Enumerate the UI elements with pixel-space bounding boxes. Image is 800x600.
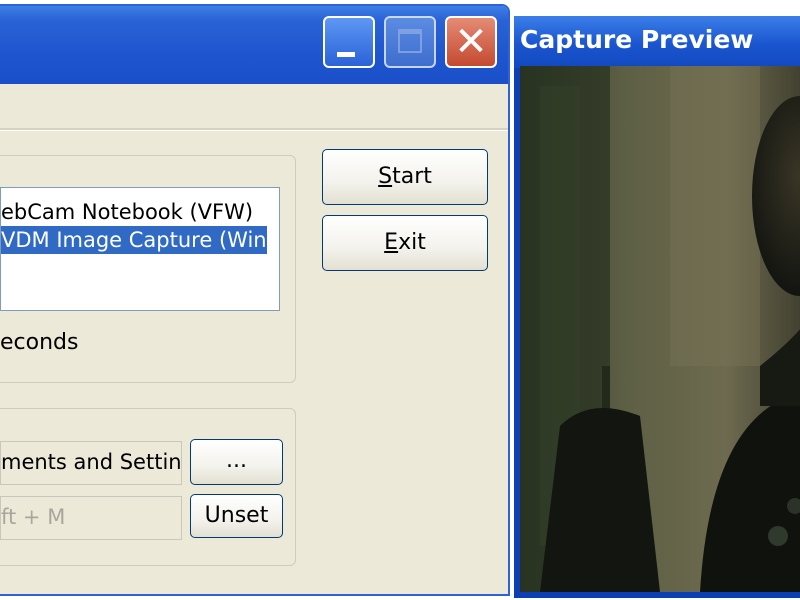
start-accel-letter: S <box>378 164 393 189</box>
webcam-preview-image <box>520 66 800 592</box>
capture-device-list[interactable]: ebCam Notebook (VFW) VDM Image Capture (… <box>0 187 280 311</box>
unset-hotkey-button[interactable]: Unset <box>190 494 283 538</box>
start-button[interactable]: Start <box>322 149 488 205</box>
preview-window-title: Capture Preview <box>520 25 754 54</box>
window-titlebar[interactable]: ✕ <box>0 6 508 84</box>
device-item-label: ebCam Notebook (VFW) <box>1 200 254 224</box>
preview-titlebar[interactable]: Capture Preview <box>514 16 800 68</box>
device-list-item-selected[interactable]: VDM Image Capture (Win <box>1 226 267 254</box>
webcam-frame-graphic <box>520 66 800 592</box>
hotkey-field[interactable]: ft + M <box>0 496 182 540</box>
close-icon: ✕ <box>454 19 488 65</box>
minimize-icon <box>337 52 355 57</box>
exit-accel-letter: E <box>384 230 399 255</box>
minimize-button[interactable] <box>323 16 375 68</box>
browse-folder-button[interactable]: ... <box>190 439 283 485</box>
exit-button-label: xit <box>398 230 426 255</box>
device-list-item[interactable]: ebCam Notebook (VFW) <box>1 198 253 226</box>
maximize-icon <box>398 29 422 53</box>
capture-preview-window: Capture Preview <box>514 16 800 598</box>
close-button[interactable]: ✕ <box>445 16 497 68</box>
exit-button[interactable]: Exit <box>322 215 488 271</box>
device-item-label: VDM Image Capture (Win <box>1 228 267 252</box>
output-groupbox <box>0 408 296 566</box>
save-folder-field[interactable]: ments and Settin <box>0 441 182 485</box>
interval-seconds-label: econds <box>0 330 79 355</box>
start-button-label: tart <box>392 164 432 189</box>
header-separator <box>0 128 508 131</box>
maximize-button <box>384 16 436 68</box>
